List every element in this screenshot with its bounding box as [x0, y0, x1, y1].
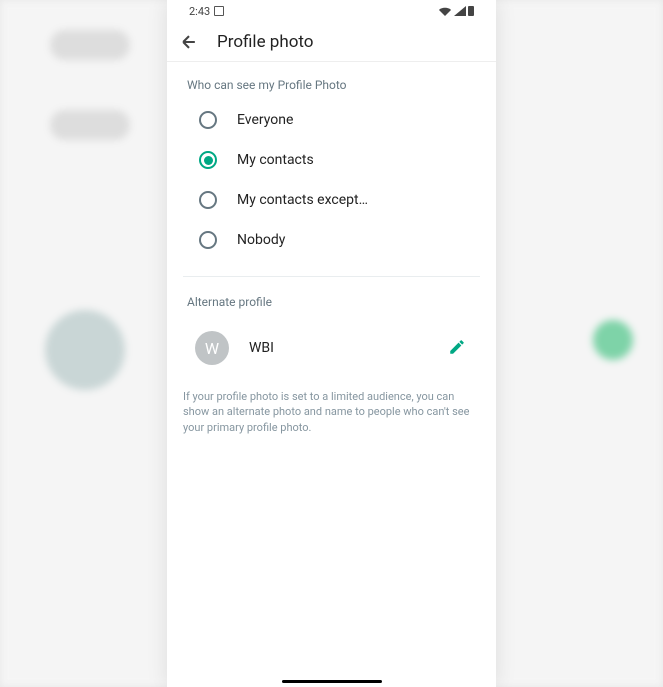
privacy-section: Who can see my Profile Photo Everyone My… — [167, 62, 496, 268]
privacy-section-title: Who can see my Profile Photo — [187, 78, 476, 92]
header: Profile photo — [167, 22, 496, 62]
page-title: Profile photo — [217, 32, 314, 52]
avatar: W — [195, 331, 229, 365]
help-text: If your profile photo is set to a limite… — [167, 379, 496, 445]
alternate-section: Alternate profile — [167, 285, 496, 309]
back-icon[interactable] — [179, 32, 199, 52]
alternate-profile-row[interactable]: W WBI — [167, 317, 496, 379]
radio-label: Everyone — [237, 112, 293, 128]
radio-option-my-contacts[interactable]: My contacts — [187, 140, 476, 180]
radio-option-my-contacts-except[interactable]: My contacts except… — [187, 180, 476, 220]
nav-handle[interactable] — [282, 680, 382, 683]
radio-icon — [199, 151, 217, 169]
radio-icon — [199, 111, 217, 129]
phone-screen: 2:43 Profile photo Who can see my Profil… — [167, 0, 496, 687]
edit-icon[interactable] — [448, 338, 468, 358]
alternate-section-title: Alternate profile — [187, 295, 476, 309]
calendar-icon — [214, 6, 224, 16]
radio-label: My contacts except… — [237, 192, 368, 208]
radio-icon — [199, 231, 217, 249]
radio-option-nobody[interactable]: Nobody — [187, 220, 476, 260]
status-time: 2:43 — [189, 5, 210, 18]
radio-label: My contacts — [237, 152, 314, 168]
status-icons — [438, 6, 474, 16]
radio-icon — [199, 191, 217, 209]
radio-option-everyone[interactable]: Everyone — [187, 100, 476, 140]
status-bar: 2:43 — [167, 0, 496, 22]
alternate-name: WBI — [249, 340, 428, 356]
radio-label: Nobody — [237, 232, 285, 248]
divider — [183, 276, 480, 277]
